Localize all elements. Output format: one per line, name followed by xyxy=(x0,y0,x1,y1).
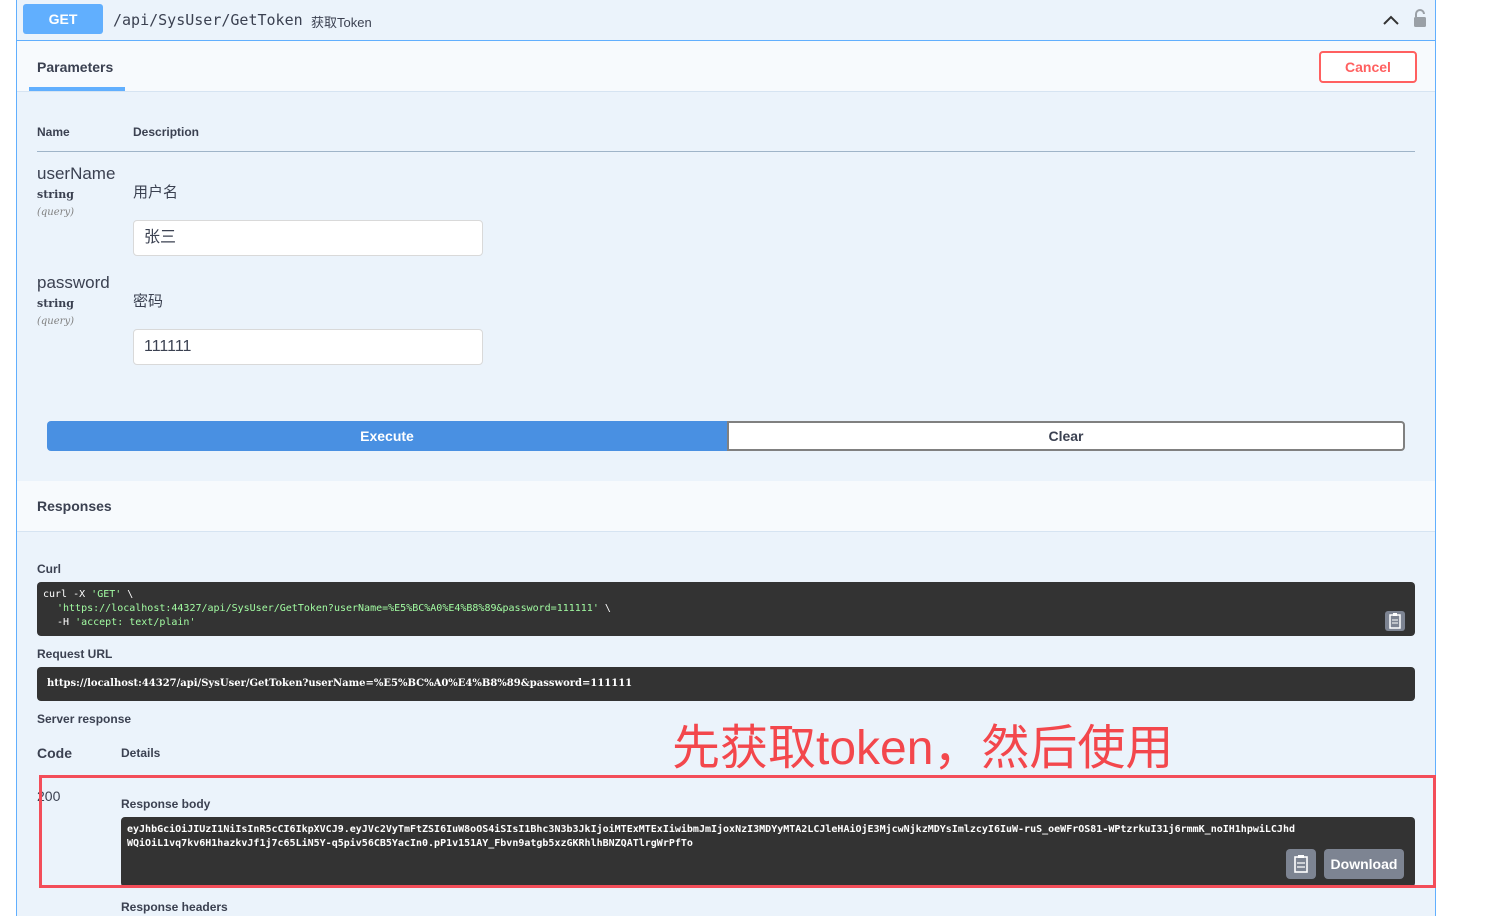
header-divider xyxy=(37,151,1415,152)
cancel-button[interactable]: Cancel xyxy=(1319,51,1417,83)
details-column-header: Details xyxy=(121,746,161,760)
param-name-username: userName xyxy=(37,164,116,183)
parameters-tabbar: Parameters xyxy=(17,41,1435,92)
name-column-header: Name xyxy=(37,125,70,139)
response-headers-label: Response headers xyxy=(121,900,228,914)
clear-button[interactable]: Clear xyxy=(727,421,1405,451)
param-desc-password: 密码 xyxy=(133,293,164,310)
tab-active-indicator xyxy=(29,87,125,91)
annotation-text: 先获取token，然后使用 xyxy=(672,722,1174,775)
curl-line-1: curl -X 'GET' \ xyxy=(43,589,134,600)
curl-block[interactable]: curl -X 'GET' \ 'https://localhost:44327… xyxy=(37,582,1415,636)
param-desc-username: 用户名 xyxy=(133,184,179,201)
username-input[interactable]: 张三 xyxy=(133,220,483,256)
request-url-label: Request URL xyxy=(37,647,113,661)
password-input[interactable]: 111111 xyxy=(133,329,483,365)
curl-line-3: -H 'accept: text/plain' xyxy=(57,617,196,628)
method-badge: GET xyxy=(23,4,103,34)
chevron-up-icon[interactable] xyxy=(1381,10,1401,30)
description-column-header: Description xyxy=(133,125,200,139)
request-url-block[interactable]: https://localhost:44327/api/SysUser/GetT… xyxy=(37,667,1415,701)
lock-icon[interactable] xyxy=(1413,9,1427,27)
endpoint-path: /api/SysUser/GetToken xyxy=(113,11,303,29)
request-url-text: https://localhost:44327/api/SysUser/GetT… xyxy=(47,678,633,689)
curl-label: Curl xyxy=(37,562,61,576)
param-type-username: string xyxy=(37,188,74,201)
responses-title: Responses xyxy=(37,498,112,514)
execute-button[interactable]: Execute xyxy=(47,421,727,451)
param-type-password: string xyxy=(37,297,74,310)
param-name-password: password xyxy=(37,273,110,292)
operation-summary[interactable]: GET /api/SysUser/GetToken 获取Token xyxy=(17,0,1435,41)
annotation-highlight-box xyxy=(39,775,1436,888)
param-in-username: (query) xyxy=(37,207,74,218)
tab-parameters[interactable]: Parameters xyxy=(37,59,113,75)
curl-line-2: 'https://localhost:44327/api/SysUser/Get… xyxy=(57,603,611,614)
param-in-password: (query) xyxy=(37,316,74,327)
execute-button-group: Execute Clear xyxy=(47,421,1405,451)
responses-header: Responses xyxy=(17,481,1435,532)
server-response-label: Server response xyxy=(37,712,132,726)
copy-icon[interactable] xyxy=(1385,611,1405,631)
operation-description: 获取Token xyxy=(311,15,372,30)
code-column-header: Code xyxy=(37,745,72,761)
